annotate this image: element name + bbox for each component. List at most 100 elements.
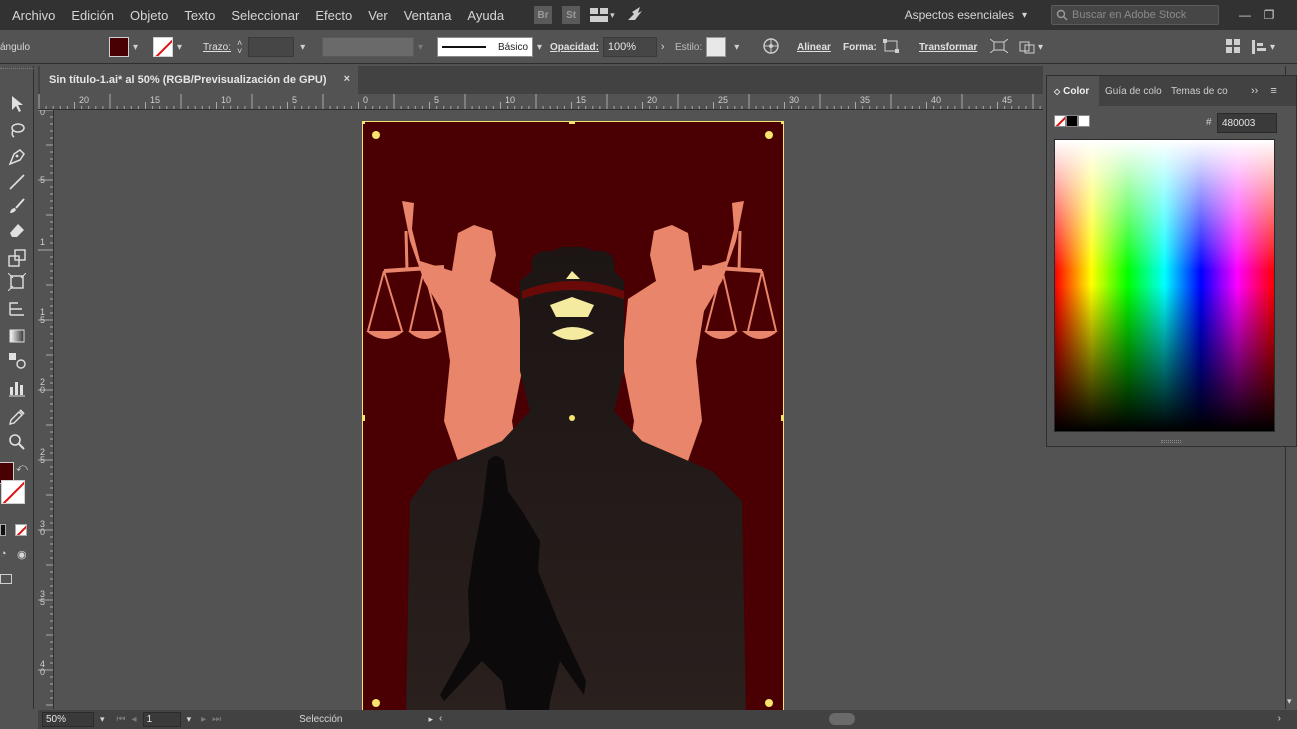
- opacity-label[interactable]: Opacidad:: [550, 42, 599, 53]
- screen-mode-icon[interactable]: [0, 574, 12, 584]
- draw-mode-icon[interactable]: ◔: [0, 548, 7, 560]
- draw-inside-icon[interactable]: ◉: [17, 548, 27, 561]
- menu-archivo[interactable]: Archivo: [0, 8, 63, 23]
- lasso-tool-icon[interactable]: [7, 120, 27, 140]
- hex-input[interactable]: 480003: [1217, 113, 1277, 133]
- recolor-artwork-icon[interactable]: [762, 37, 780, 58]
- stroke-color-swatch[interactable]: [153, 37, 173, 57]
- chevron-right-icon[interactable]: ›: [661, 41, 665, 53]
- tab-color-themes[interactable]: Temas de co: [1163, 76, 1241, 106]
- stock-search-input[interactable]: Buscar en Adobe Stock: [1051, 5, 1219, 25]
- fill-color-swatch[interactable]: [109, 37, 129, 57]
- corner-widget[interactable]: [765, 131, 773, 139]
- variable-width-profile-select[interactable]: [322, 37, 414, 57]
- color-mode-button[interactable]: [0, 524, 6, 536]
- isolate-object-icon[interactable]: [989, 38, 1009, 56]
- menu-seleccionar[interactable]: Seleccionar: [223, 8, 307, 23]
- corner-widget[interactable]: [372, 699, 380, 707]
- resize-handle[interactable]: [781, 415, 784, 421]
- minimize-button[interactable]: —: [1233, 8, 1257, 22]
- transform-label[interactable]: Transformar: [919, 42, 977, 53]
- menu-edicion[interactable]: Edición: [63, 8, 122, 23]
- free-transform-tool-icon[interactable]: [7, 272, 27, 292]
- eraser-tool-icon[interactable]: [7, 220, 27, 240]
- swap-fill-stroke-icon[interactable]: ⤺: [16, 462, 28, 475]
- line-tool-icon[interactable]: [7, 172, 27, 192]
- chevron-down-icon[interactable]: ▾: [1287, 696, 1292, 707]
- chevron-down-icon[interactable]: ▾: [187, 714, 192, 725]
- panel-resize-grip[interactable]: [1161, 440, 1181, 443]
- resize-handle[interactable]: [362, 415, 365, 421]
- corner-widget[interactable]: [372, 131, 380, 139]
- color-spectrum[interactable]: [1054, 139, 1275, 432]
- selection-tool-icon[interactable]: [7, 94, 27, 114]
- resize-handle[interactable]: [781, 121, 784, 124]
- chevron-down-icon[interactable]: ▾: [133, 42, 138, 53]
- arrange-panels-icon[interactable]: [1226, 38, 1240, 56]
- tab-color[interactable]: ◇ Color: [1047, 76, 1099, 106]
- chevron-right-icon[interactable]: ›: [1278, 713, 1281, 724]
- panel-menu-icon[interactable]: ≡: [1270, 85, 1276, 97]
- menu-ver[interactable]: Ver: [360, 8, 396, 23]
- shape-properties-icon[interactable]: [882, 38, 899, 56]
- opacity-input[interactable]: 100%: [602, 37, 657, 57]
- gradient-tool-icon[interactable]: [7, 326, 27, 346]
- blend-tool-icon[interactable]: [7, 350, 27, 370]
- panel-grip[interactable]: [0, 68, 34, 74]
- shape-builder-tool-icon[interactable]: [7, 298, 27, 318]
- paintbrush-tool-icon[interactable]: [7, 196, 27, 216]
- chevron-down-icon[interactable]: ▾: [300, 42, 305, 53]
- stroke-color-indicator[interactable]: [1, 480, 25, 504]
- eyedropper-tool-icon[interactable]: [7, 407, 27, 427]
- workspace-switcher[interactable]: Aspectos esenciales ▾: [905, 8, 1027, 22]
- menu-ventana[interactable]: Ventana: [396, 8, 460, 23]
- chevron-down-icon[interactable]: ▾: [100, 714, 105, 725]
- corner-widget[interactable]: [765, 699, 773, 707]
- restore-button[interactable]: ❐: [1257, 8, 1281, 22]
- zoom-tool-icon[interactable]: [7, 432, 27, 452]
- column-graph-tool-icon[interactable]: [7, 378, 27, 398]
- chevron-right-icon[interactable]: ▸: [428, 714, 433, 725]
- tab-color-guide[interactable]: Guía de colo: [1099, 76, 1163, 106]
- transform-options-icon[interactable]: ▾: [1018, 40, 1043, 54]
- close-tab-icon[interactable]: ×: [344, 73, 350, 85]
- gpu-performance-icon[interactable]: [626, 6, 644, 25]
- stroke-weight-label[interactable]: Trazo:: [203, 42, 231, 53]
- chevron-down-icon[interactable]: ▾: [734, 42, 739, 53]
- artboard[interactable]: [362, 121, 784, 710]
- none-swatch[interactable]: [1054, 115, 1066, 127]
- horizontal-scrollbar[interactable]: ‹ ›: [439, 710, 1297, 729]
- horizontal-scroll-thumb[interactable]: [829, 713, 856, 725]
- previous-artboard-icon[interactable]: ◂: [132, 714, 137, 725]
- stroke-weight-stepper-icon[interactable]: ˄ ˅: [237, 39, 242, 56]
- stock-button[interactable]: St: [562, 6, 581, 24]
- none-mode-button[interactable]: [15, 524, 27, 536]
- graphic-style-swatch[interactable]: [706, 37, 727, 57]
- menu-texto[interactable]: Texto: [176, 8, 223, 23]
- scale-tool-icon[interactable]: [7, 248, 27, 268]
- white-swatch[interactable]: [1078, 115, 1090, 127]
- zoom-select[interactable]: 50%: [42, 712, 94, 727]
- chevron-down-icon[interactable]: ▾: [177, 42, 182, 53]
- stroke-weight-input[interactable]: [248, 37, 295, 57]
- resize-handle[interactable]: [362, 121, 365, 124]
- horizontal-ruler[interactable]: 20 15 10 5 0 5 10 15 20 25 30 35 40 45: [38, 94, 1043, 110]
- vertical-ruler[interactable]: 0 5 1 1 5 2 0 2 5 3 0 3 5 4 0: [38, 110, 54, 709]
- pen-tool-icon[interactable]: [7, 147, 27, 167]
- chevron-left-icon[interactable]: ‹: [439, 713, 442, 724]
- resize-handle[interactable]: [569, 121, 575, 124]
- expand-panel-icon[interactable]: ››: [1251, 85, 1258, 97]
- next-artboard-icon[interactable]: ▸: [201, 714, 206, 725]
- bridge-button[interactable]: Br: [534, 6, 553, 24]
- arrange-documents-icon[interactable]: ▾: [590, 6, 616, 24]
- black-swatch[interactable]: [1066, 115, 1078, 127]
- document-tab[interactable]: Sin título-1.ai* al 50% (RGB/Previsualiz…: [40, 66, 358, 94]
- chevron-down-icon[interactable]: ▾: [537, 42, 542, 53]
- menu-efecto[interactable]: Efecto: [307, 8, 360, 23]
- first-artboard-icon[interactable]: ⏮: [117, 714, 126, 725]
- current-tool-status[interactable]: Selección: [299, 714, 342, 725]
- artboard-number-input[interactable]: 1: [142, 712, 181, 727]
- menu-ayuda[interactable]: Ayuda: [459, 8, 512, 23]
- brush-definition-select[interactable]: Básico: [437, 37, 533, 57]
- menu-objeto[interactable]: Objeto: [122, 8, 176, 23]
